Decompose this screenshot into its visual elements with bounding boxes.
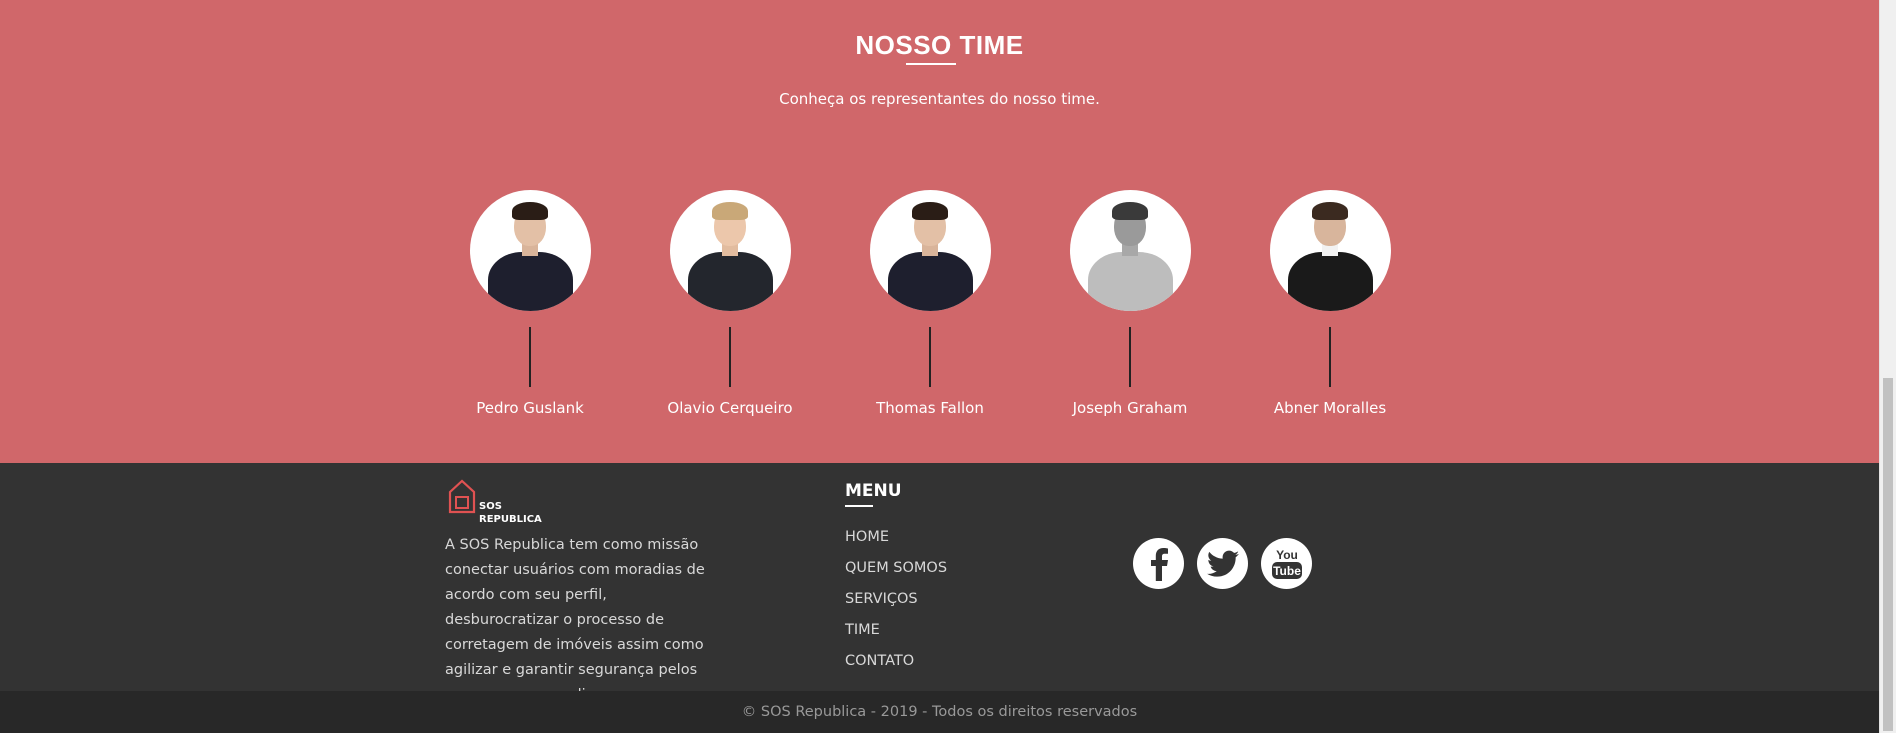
- facebook-icon: [1150, 547, 1168, 581]
- team-subtitle: Conheça os representantes do nosso time.: [779, 90, 1100, 108]
- member-divider-line: [1129, 327, 1131, 387]
- menu-title: MENU: [845, 481, 902, 501]
- youtube-link[interactable]: You Tube: [1261, 538, 1312, 589]
- team-member: Abner Moralles: [1245, 190, 1415, 417]
- logo[interactable]: SOS REPUBLICA: [447, 478, 567, 525]
- member-photo: [669, 190, 791, 311]
- mission-text: A SOS Republica tem como missão conectar…: [445, 537, 705, 703]
- member-name: Olavio Cerqueiro: [667, 399, 793, 417]
- team-section: NOSSO TIME Conheça os representantes do …: [0, 0, 1879, 463]
- member-name: Abner Moralles: [1273, 399, 1387, 417]
- menu-item-contato[interactable]: CONTATO: [845, 653, 947, 684]
- member-name: Joseph Graham: [1072, 399, 1188, 417]
- logo-line-2: REPUBLICA: [479, 514, 542, 525]
- team-title: NOSSO TIME: [855, 30, 1024, 60]
- member-divider-line: [729, 327, 731, 387]
- logo-text: SOS REPUBLICA: [479, 500, 542, 526]
- menu-item-home[interactable]: HOME: [845, 529, 947, 560]
- social-links: You Tube: [1133, 538, 1312, 589]
- member-photo: [469, 190, 591, 311]
- member-divider-line: [929, 327, 931, 387]
- member-name: Pedro Guslank: [476, 399, 584, 417]
- member-divider-line: [529, 327, 531, 387]
- member-photo: [869, 190, 991, 311]
- svg-text:You: You: [1276, 548, 1298, 562]
- logo-line-1: SOS: [479, 501, 502, 512]
- svg-text:Tube: Tube: [1273, 564, 1301, 578]
- member-divider-line: [1329, 327, 1331, 387]
- team-member: Thomas Fallon: [845, 190, 1015, 417]
- member-name: Thomas Fallon: [876, 399, 984, 417]
- site-footer: SOS REPUBLICA A SOS Republica tem como m…: [0, 463, 1879, 703]
- twitter-icon: [1206, 550, 1239, 577]
- menu-item-quem-somos[interactable]: QUEM SOMOS: [845, 560, 947, 591]
- menu-item-time[interactable]: TIME: [845, 622, 947, 653]
- scrollbar-thumb[interactable]: [1883, 378, 1893, 731]
- team-member: Olavio Cerqueiro: [645, 190, 815, 417]
- facebook-link[interactable]: [1133, 538, 1184, 589]
- member-photo: [1069, 190, 1191, 311]
- footer-menu: HOME QUEM SOMOS SERVIÇOS TIME CONTATO: [845, 529, 947, 684]
- member-photo: [1269, 190, 1391, 311]
- twitter-link[interactable]: [1197, 538, 1248, 589]
- team-member: Joseph Graham: [1045, 190, 1215, 417]
- title-underline: [906, 63, 956, 65]
- house-logo-icon: [448, 479, 476, 514]
- menu-item-servicos[interactable]: SERVIÇOS: [845, 591, 947, 622]
- copyright-bar: © SOS Republica - 2019 - Todos os direit…: [0, 691, 1879, 733]
- menu-underline: [845, 505, 873, 507]
- youtube-icon: You Tube: [1271, 548, 1302, 579]
- page-scrollbar[interactable]: [1879, 0, 1896, 733]
- team-member: Pedro Guslank: [445, 190, 615, 417]
